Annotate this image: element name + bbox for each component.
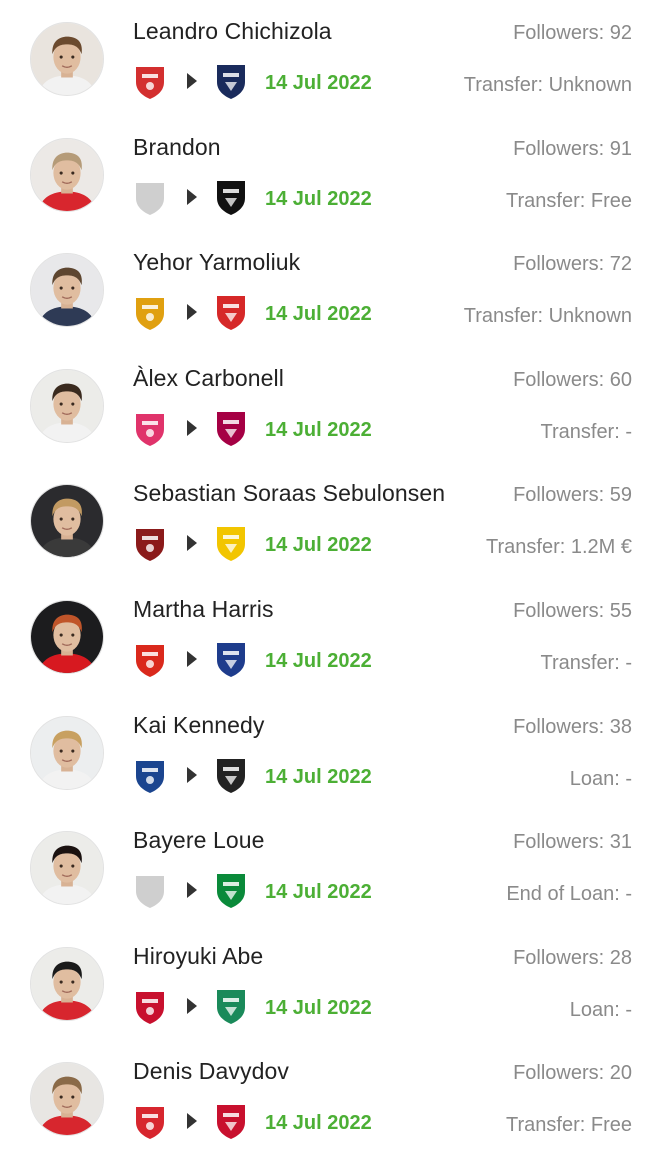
transfer-date: 14 Jul 2022 (265, 303, 372, 326)
transfer-arrow-icon (186, 997, 198, 1015)
man-utd-crest-icon[interactable] (133, 642, 167, 678)
followers-count: Followers: 91 (513, 137, 632, 160)
player-avatar[interactable] (30, 600, 104, 674)
transfer-type: Transfer: 1.2M € (486, 536, 632, 559)
transfer-list-item[interactable]: Bayere Loue Followers: 31 14 Jul 2022 En… (0, 809, 662, 925)
transfer-arrow-icon (186, 303, 198, 321)
transfer-date: 14 Jul 2022 (265, 187, 372, 210)
viking-crest-icon[interactable] (133, 526, 167, 562)
parma-crest-icon[interactable] (214, 62, 248, 100)
player-avatar[interactable] (30, 1062, 104, 1137)
transfer-arrow-icon (186, 534, 198, 552)
player-name[interactable]: Sebastian Soraas Sebulonsen (133, 480, 445, 507)
transfer-date: 14 Jul 2022 (265, 650, 372, 672)
followers-count: Followers: 72 (513, 253, 632, 276)
transfer-date: 14 Jul 2022 (265, 72, 372, 94)
transfer-list: Leandro Chichizola Followers: 92 14 Jul … (0, 0, 662, 1152)
red-black-crest-icon[interactable] (214, 1102, 248, 1140)
brondby-crest-icon[interactable] (214, 524, 248, 562)
player-avatar[interactable] (30, 831, 104, 906)
transfer-arrow-icon (186, 650, 198, 668)
followers-count: Followers: 20 (513, 1062, 632, 1085)
unknown-club-shield-icon (133, 873, 167, 909)
player-name[interactable]: Kai Kennedy (133, 712, 265, 739)
player-avatar[interactable] (30, 368, 104, 443)
transfer-list-item[interactable]: Leandro Chichizola Followers: 92 14 Jul … (0, 0, 662, 116)
followers-count: Followers: 31 (513, 831, 632, 854)
transfer-list-item[interactable]: Martha Harris Followers: 55 14 Jul 2022 … (0, 578, 662, 694)
unknown-club-shield-icon (133, 180, 167, 216)
player-name[interactable]: Hiroyuki Abe (133, 943, 263, 970)
transfer-type: Loan: - (569, 767, 632, 790)
birmingham-crest-icon[interactable] (214, 640, 248, 678)
followers-count: Followers: 60 (513, 368, 632, 391)
brentford-crest-icon[interactable] (214, 293, 248, 331)
transfer-list-item[interactable]: Brandon Followers: 91 14 Jul 2022 Transf… (0, 116, 662, 232)
transfer-type: Transfer: Unknown (463, 74, 632, 96)
player-avatar[interactable] (30, 484, 104, 559)
nagoya-crest-icon[interactable] (133, 989, 167, 1025)
transfer-type: Transfer: - (540, 420, 633, 443)
transfer-type: Transfer: Free (506, 1114, 632, 1137)
transfer-date: 14 Jul 2022 (265, 418, 372, 441)
transfer-type: Loan: - (569, 998, 632, 1021)
transfer-list-item[interactable]: Yehor Yarmoliuk Followers: 72 14 Jul 202… (0, 231, 662, 347)
transfer-arrow-icon (186, 419, 198, 437)
transfer-type: End of Loan: - (506, 883, 632, 906)
red-shield-crest-icon[interactable] (133, 64, 167, 100)
player-avatar[interactable] (30, 22, 104, 96)
followers-count: Followers: 55 (513, 600, 632, 622)
player-name[interactable]: Àlex Carbonell (133, 365, 284, 392)
transfer-arrow-icon (186, 72, 198, 90)
transfer-list-item[interactable]: Àlex Carbonell Followers: 60 14 Jul 2022… (0, 347, 662, 463)
hammarby-crest-icon[interactable] (214, 871, 248, 909)
followers-count: Followers: 28 (513, 946, 632, 969)
player-name[interactable]: Leandro Chichizola (133, 18, 332, 45)
followers-count: Followers: 38 (513, 715, 632, 738)
transfer-date: 14 Jul 2022 (265, 996, 372, 1019)
celta-crest-icon[interactable] (133, 411, 167, 447)
player-avatar[interactable] (30, 253, 104, 328)
player-name[interactable]: Martha Harris (133, 596, 274, 623)
player-name[interactable]: Yehor Yarmoliuk (133, 249, 300, 276)
player-name[interactable]: Bayere Loue (133, 827, 265, 854)
followers-count: Followers: 59 (513, 484, 632, 507)
transfer-list-item[interactable]: Denis Davydov Followers: 20 14 Jul 2022 … (0, 1040, 662, 1152)
player-avatar[interactable] (30, 715, 104, 790)
transfer-list-item[interactable]: Kai Kennedy Followers: 38 14 Jul 2022 Lo… (0, 694, 662, 810)
player-name[interactable]: Brandon (133, 134, 221, 161)
red-white-crest-icon[interactable] (133, 1104, 167, 1140)
transfer-date: 14 Jul 2022 (265, 1112, 372, 1135)
transfer-arrow-icon (186, 881, 198, 899)
transfer-type: Transfer: - (540, 652, 633, 674)
transfer-arrow-icon (186, 766, 198, 784)
transfer-list-item[interactable]: Hiroyuki Abe Followers: 28 14 Jul 2022 L… (0, 925, 662, 1041)
transfer-type: Transfer: Free (506, 189, 632, 212)
player-name[interactable]: Denis Davydov (133, 1058, 289, 1085)
transfer-arrow-icon (186, 188, 198, 206)
transfer-arrow-icon (186, 1112, 198, 1130)
player-avatar[interactable] (30, 137, 104, 212)
transfer-date: 14 Jul 2022 (265, 534, 372, 557)
dnipro-crest-icon[interactable] (133, 295, 167, 331)
transfer-type: Transfer: Unknown (463, 305, 632, 328)
falkirk-crest-icon[interactable] (214, 756, 248, 794)
transfer-date: 14 Jul 2022 (265, 765, 372, 788)
paok-crest-icon[interactable] (214, 178, 248, 216)
player-avatar[interactable] (30, 946, 104, 1021)
rangers-crest-icon[interactable] (133, 758, 167, 794)
shonan-crest-icon[interactable] (214, 987, 248, 1025)
followers-count: Followers: 92 (513, 22, 632, 44)
transfer-list-item[interactable]: Sebastian Soraas Sebulonsen Followers: 5… (0, 462, 662, 578)
barcelona-crest-icon[interactable] (214, 409, 248, 447)
transfer-date: 14 Jul 2022 (265, 881, 372, 904)
